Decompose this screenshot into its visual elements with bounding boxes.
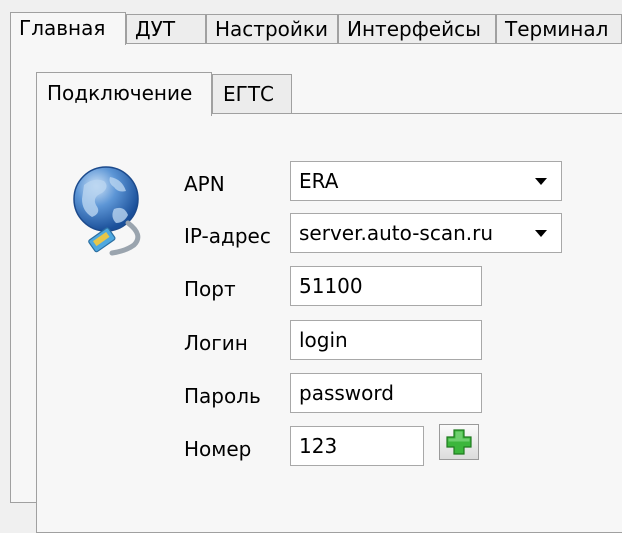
tab-egts-label: ЕГТС bbox=[223, 82, 275, 106]
password-label: Пароль bbox=[184, 384, 261, 408]
port-label: Порт bbox=[184, 277, 236, 301]
tab-main-label: Главная bbox=[19, 16, 106, 40]
apn-select[interactable]: ERA bbox=[290, 161, 562, 201]
login-field-value: login bbox=[299, 328, 348, 352]
port-field[interactable]: 51100 bbox=[290, 266, 482, 306]
port-field-value: 51100 bbox=[299, 274, 363, 298]
tab-dut[interactable]: ДУТ bbox=[126, 14, 206, 43]
plus-icon bbox=[446, 429, 472, 455]
tab-dut-label: ДУТ bbox=[135, 17, 176, 41]
ip-address-select[interactable]: server.auto-scan.ru bbox=[290, 213, 562, 253]
tab-terminal-label: Терминал bbox=[505, 17, 609, 41]
tab-main[interactable]: Главная bbox=[10, 12, 126, 45]
number-field[interactable]: 123 bbox=[290, 426, 424, 466]
ip-address-label: IP-адрес bbox=[184, 224, 271, 248]
number-label: Номер bbox=[184, 437, 252, 461]
tab-egts[interactable]: ЕГТС bbox=[212, 74, 292, 114]
apn-select-value: ERA bbox=[299, 169, 339, 193]
main-tab-bar: Главная ДУТ Настройки Интерфейсы Термина… bbox=[0, 0, 622, 45]
login-label: Логин bbox=[184, 331, 248, 355]
tab-settings[interactable]: Настройки bbox=[206, 14, 338, 43]
tab-interfaces-label: Интерфейсы bbox=[347, 17, 481, 41]
tab-connection-label: Подключение bbox=[47, 81, 193, 105]
password-field-value: password bbox=[299, 381, 394, 405]
password-field[interactable]: password bbox=[290, 373, 482, 413]
chevron-down-icon bbox=[535, 230, 547, 237]
tab-connection[interactable]: Подключение bbox=[36, 72, 212, 116]
tab-interfaces[interactable]: Интерфейсы bbox=[338, 14, 496, 43]
login-field[interactable]: login bbox=[290, 320, 482, 360]
tab-settings-label: Настройки bbox=[215, 17, 328, 41]
chevron-down-icon bbox=[535, 178, 547, 185]
number-field-value: 123 bbox=[299, 434, 338, 458]
ip-address-select-value: server.auto-scan.ru bbox=[299, 221, 494, 245]
tab-terminal[interactable]: Терминал bbox=[496, 14, 622, 43]
apn-label: APN bbox=[184, 172, 225, 196]
add-number-button[interactable] bbox=[439, 424, 479, 460]
globe-network-icon bbox=[73, 166, 141, 256]
